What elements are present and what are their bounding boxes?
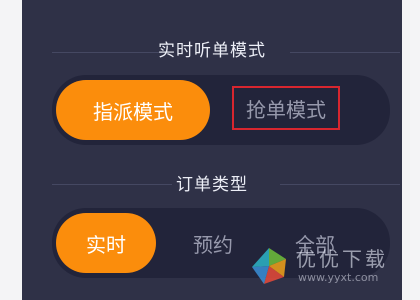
order-mode-title: 实时听单模式	[158, 41, 266, 61]
assign-mode-button[interactable]: 指派模式	[56, 80, 210, 140]
order-settings-screen: 实时听单模式 订单类型 指派模式 抢单模式 实时 预约 全部 优优下载 www.…	[0, 0, 420, 300]
realtime-order-button[interactable]: 实时	[56, 213, 156, 273]
order-type-title: 订单类型	[176, 175, 248, 195]
grab-order-mode-button[interactable]: 抢单模式	[232, 86, 340, 130]
all-orders-button[interactable]: 全部	[270, 213, 360, 273]
reserved-order-button[interactable]: 预约	[168, 213, 258, 273]
